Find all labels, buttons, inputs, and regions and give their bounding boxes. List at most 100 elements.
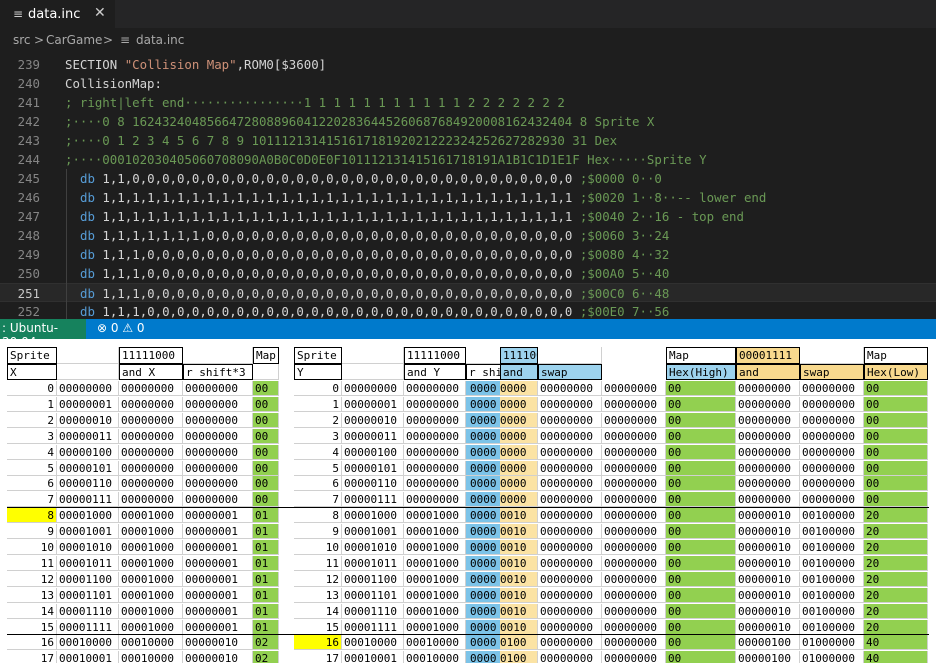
row-number[interactable]: 11 — [7, 555, 57, 571]
and-low-cell[interactable]: 00000100 — [736, 635, 800, 651]
swap-high-cell[interactable]: 00000000 — [602, 428, 666, 444]
hex-high-cell[interactable]: 00 — [666, 603, 736, 619]
and-x-cell[interactable]: 00010000 — [119, 635, 183, 651]
shift-y-cell[interactable]: 0000 0100 — [466, 651, 538, 663]
shift-x-cell[interactable]: 00000001 — [183, 540, 253, 555]
and-high-cell[interactable]: 00000000 — [538, 555, 602, 571]
map-x-cell[interactable]: 00 — [253, 428, 279, 444]
row-number[interactable]: 10 — [7, 540, 57, 555]
swap-low-cell[interactable]: 00100000 — [800, 603, 864, 619]
row-number[interactable]: 10 — [294, 540, 342, 555]
binary-cell[interactable]: 00001110 — [342, 603, 404, 619]
hex-high-cell[interactable]: 00 — [666, 476, 736, 492]
header-cell[interactable]: r shift*3 — [183, 364, 253, 380]
hex-high-cell[interactable]: 00 — [666, 571, 736, 587]
hex-high-cell[interactable]: 00 — [666, 460, 736, 476]
and-x-cell[interactable]: 00001000 — [119, 603, 183, 619]
header-cell[interactable]: Hex(Low) — [864, 364, 928, 380]
swap-low-cell[interactable]: 00100000 — [800, 524, 864, 540]
and-y-cell[interactable]: 00001000 — [404, 555, 466, 571]
row-number[interactable]: 12 — [7, 571, 57, 587]
and-low-cell[interactable]: 00000000 — [736, 428, 800, 444]
binary-cell[interactable]: 00000100 — [57, 444, 119, 460]
swap-high-cell[interactable]: 00000000 — [602, 444, 666, 460]
map-x-cell[interactable]: 00 — [253, 412, 279, 428]
and-low-cell[interactable]: 00000010 — [736, 508, 800, 524]
and-high-cell[interactable]: 00000000 — [538, 476, 602, 492]
row-number[interactable]: 14 — [294, 603, 342, 619]
swap-low-cell[interactable]: 00000000 — [800, 412, 864, 428]
hex-low-cell[interactable]: 00 — [864, 428, 928, 444]
shift-x-cell[interactable]: 00000000 — [183, 492, 253, 508]
swap-low-cell[interactable]: 00000000 — [800, 396, 864, 412]
and-high-cell[interactable]: 00000000 — [538, 381, 602, 396]
swap-high-cell[interactable]: 00000000 — [602, 635, 666, 651]
shift-y-cell[interactable]: 0000 0000 — [466, 492, 538, 508]
and-high-cell[interactable]: 00000000 — [538, 428, 602, 444]
and-high-cell[interactable]: 00000000 — [538, 396, 602, 412]
hex-low-cell[interactable]: 00 — [864, 460, 928, 476]
binary-cell[interactable]: 00001000 — [57, 508, 119, 524]
row-number[interactable]: 17 — [294, 651, 342, 663]
hex-low-cell[interactable]: 20 — [864, 524, 928, 540]
and-x-cell[interactable]: 00001000 — [119, 587, 183, 603]
shift-x-cell[interactable]: 00000000 — [183, 381, 253, 396]
binary-cell[interactable]: 00000101 — [57, 460, 119, 476]
and-low-cell[interactable]: 00000010 — [736, 603, 800, 619]
row-number[interactable]: 6 — [294, 476, 342, 492]
binary-cell[interactable]: 00000001 — [57, 396, 119, 412]
row-number[interactable]: 9 — [7, 524, 57, 540]
header-cell[interactable]: Sprite — [7, 347, 57, 364]
swap-high-cell[interactable]: 00000000 — [602, 508, 666, 524]
code-line[interactable]: 241 ; right|left end················1 1 1… — [0, 93, 936, 112]
binary-cell[interactable]: 00000101 — [342, 460, 404, 476]
binary-cell[interactable]: 00001101 — [342, 587, 404, 603]
hex-high-cell[interactable]: 00 — [666, 619, 736, 635]
code-line[interactable]: 248 db 1,1,1,1,1,1,1,0,0,0,0,0,0,0,0,0,0,… — [0, 226, 936, 245]
header-cell[interactable]: 11110000 — [500, 347, 538, 364]
swap-high-cell[interactable]: 00000000 — [602, 540, 666, 555]
code-line[interactable]: 251 db 1,1,1,0,0,0,0,0,0,0,0,0,0,0,0,0,0,… — [0, 283, 936, 302]
and-high-cell[interactable]: 00000000 — [538, 651, 602, 663]
and-low-cell[interactable]: 00000100 — [736, 651, 800, 663]
swap-low-cell[interactable]: 00000000 — [800, 444, 864, 460]
binary-cell[interactable]: 00001110 — [57, 603, 119, 619]
and-x-cell[interactable]: 00000000 — [119, 412, 183, 428]
hex-low-cell[interactable]: 20 — [864, 555, 928, 571]
shift-x-cell[interactable]: 00000001 — [183, 555, 253, 571]
binary-cell[interactable]: 00000010 — [342, 412, 404, 428]
breadcrumb-file[interactable]: data.inc — [136, 33, 184, 47]
hex-high-cell[interactable]: 00 — [666, 524, 736, 540]
and-y-cell[interactable]: 00001000 — [404, 619, 466, 635]
and-y-cell[interactable]: 00001000 — [404, 540, 466, 555]
swap-high-cell[interactable]: 00000000 — [602, 555, 666, 571]
map-x-cell[interactable]: 01 — [253, 603, 279, 619]
shift-x-cell[interactable]: 00000001 — [183, 619, 253, 635]
swap-low-cell[interactable]: 00000000 — [800, 476, 864, 492]
and-x-cell[interactable]: 00001000 — [119, 619, 183, 635]
shift-x-cell[interactable]: 00000000 — [183, 428, 253, 444]
breadcrumb-cargame[interactable]: CarGame — [46, 33, 102, 47]
hex-low-cell[interactable]: 40 — [864, 651, 928, 663]
and-y-cell[interactable]: 00001000 — [404, 603, 466, 619]
shift-x-cell[interactable]: 00000010 — [183, 635, 253, 651]
and-x-cell[interactable]: 00001000 — [119, 540, 183, 555]
row-number[interactable]: 12 — [294, 571, 342, 587]
shift-y-cell[interactable]: 0000 0010 — [466, 540, 538, 555]
row-number[interactable]: 4 — [7, 444, 57, 460]
problems-indicator[interactable]: ⊗ 0 ⚠ 0 — [97, 321, 145, 335]
and-high-cell[interactable]: 00000000 — [538, 492, 602, 508]
and-high-cell[interactable]: 00000000 — [538, 444, 602, 460]
header-cell[interactable]: Map — [666, 347, 736, 364]
shift-x-cell[interactable]: 00000000 — [183, 412, 253, 428]
code-line[interactable]: 243 ;····0 1 2 3 4 5 6 7 8 9 101112131415… — [0, 131, 936, 150]
and-low-cell[interactable]: 00000010 — [736, 555, 800, 571]
swap-low-cell[interactable]: 00000000 — [800, 428, 864, 444]
header-cell[interactable]: and X — [119, 364, 183, 380]
hex-high-cell[interactable]: 00 — [666, 381, 736, 396]
binary-cell[interactable]: 00010001 — [342, 651, 404, 663]
map-x-cell[interactable]: 00 — [253, 476, 279, 492]
row-number[interactable]: 1 — [294, 396, 342, 412]
swap-low-cell[interactable]: 00000000 — [800, 492, 864, 508]
hex-high-cell[interactable]: 00 — [666, 396, 736, 412]
